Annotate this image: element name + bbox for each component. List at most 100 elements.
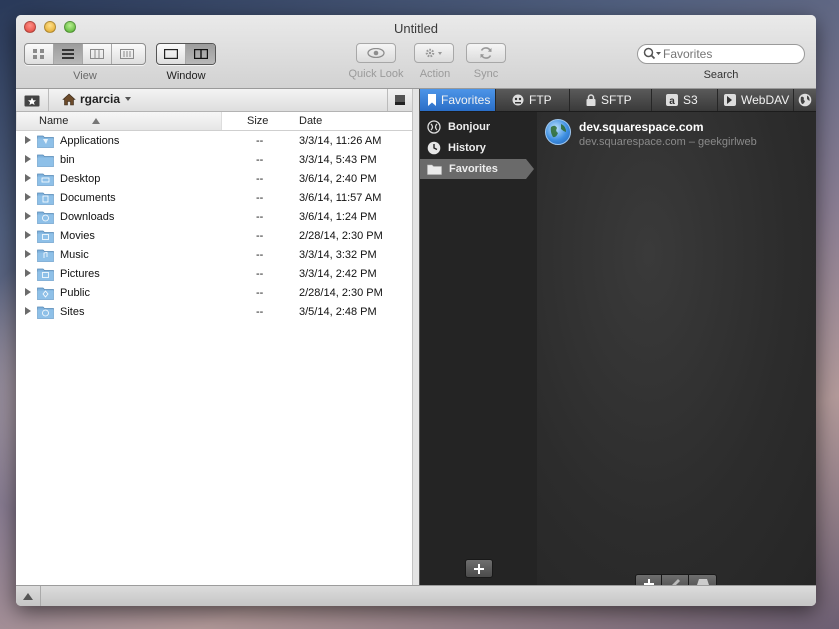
table-row[interactable]: Pictures -- 3/3/14, 2:42 PM: [16, 265, 412, 284]
disclosure-triangle-icon[interactable]: [25, 155, 31, 163]
favorite-item[interactable]: dev.squarespace.com dev.squarespace.com …: [545, 119, 805, 153]
path-bar: rgarcia: [16, 89, 412, 112]
favorites-toggle-button[interactable]: [16, 89, 49, 111]
quick-look-label: Quick Look: [348, 68, 404, 80]
movies-folder-icon: [37, 230, 54, 243]
disclosure-triangle-icon[interactable]: [25, 193, 31, 201]
file-name: Applications: [60, 135, 120, 147]
app-window: Untitled View Window Quick Look Action S…: [16, 15, 816, 606]
amazon-s3-icon: a: [666, 94, 678, 106]
date-column-header[interactable]: Date: [299, 115, 322, 127]
sidebar-item-favorites[interactable]: Favorites: [420, 159, 534, 179]
disclosure-triangle-icon[interactable]: [25, 269, 31, 277]
file-list: Applications -- 3/3/14, 11:26 AM bin -- 3/3/1…: [16, 132, 412, 322]
disclosure-triangle-icon[interactable]: [25, 174, 31, 182]
table-row[interactable]: Public -- 2/28/14, 2:30 PM: [16, 284, 412, 303]
file-date: 3/3/14, 2:42 PM: [299, 268, 377, 280]
file-size: --: [256, 249, 264, 261]
sort-ascending-icon: [92, 118, 100, 124]
desktop-folder-icon: [37, 173, 54, 186]
tab-sftp[interactable]: SFTP: [570, 89, 652, 111]
sites-folder-icon: [37, 306, 54, 319]
toggle-log-button[interactable]: [16, 586, 41, 606]
connection-sidebar: Bonjour History Favorites: [420, 112, 537, 585]
window-segmented-control[interactable]: [156, 43, 216, 65]
path-label: rgarcia: [80, 92, 121, 106]
table-row[interactable]: Desktop -- 3/6/14, 2:40 PM: [16, 170, 412, 189]
action-menu-button[interactable]: [414, 43, 454, 63]
file-name: Documents: [60, 192, 116, 204]
action-group: Action: [414, 43, 456, 80]
size-column-header[interactable]: Size: [247, 115, 268, 127]
view-label: View: [73, 70, 97, 82]
sidebar-item-history[interactable]: History: [420, 138, 537, 158]
file-size: --: [256, 287, 264, 299]
list-view-button[interactable]: [54, 44, 83, 64]
table-row[interactable]: Movies -- 2/28/14, 2:30 PM: [16, 227, 412, 246]
disclosure-triangle-icon[interactable]: [25, 212, 31, 220]
drawer-toggle-button[interactable]: [387, 89, 412, 111]
gear-icon: [425, 48, 442, 58]
sync-button[interactable]: [466, 43, 506, 63]
file-browser-pane: rgarcia Name Size Date Applications -- 3/3…: [16, 89, 412, 585]
file-name: Public: [60, 287, 90, 299]
tab-webdav[interactable]: WebDAV: [718, 89, 794, 111]
search-input[interactable]: [663, 47, 793, 61]
split-view-divider[interactable]: [412, 89, 420, 585]
quick-look-button[interactable]: [356, 43, 396, 63]
view-segmented-control[interactable]: [24, 43, 146, 65]
disclosure-triangle-icon[interactable]: [25, 136, 31, 144]
globe-icon: [798, 93, 812, 107]
search-field[interactable]: [637, 44, 805, 64]
table-row[interactable]: Applications -- 3/3/14, 11:26 AM: [16, 132, 412, 151]
file-date: 3/3/14, 3:32 PM: [299, 249, 377, 261]
column-header: Name Size Date: [16, 112, 412, 131]
file-size: --: [256, 154, 264, 166]
disclosure-triangle-icon[interactable]: [25, 288, 31, 296]
name-column-header[interactable]: Name: [16, 112, 222, 130]
sidebar-item-bonjour[interactable]: Bonjour: [420, 117, 537, 137]
table-row[interactable]: bin -- 3/3/14, 5:43 PM: [16, 151, 412, 170]
file-name: Movies: [60, 230, 95, 242]
tab-webdav-label: WebDAV: [741, 93, 790, 107]
applications-folder-icon: [37, 135, 54, 148]
bookmark-icon: [428, 94, 436, 106]
sidebar-item-label: History: [448, 142, 486, 154]
table-row[interactable]: Sites -- 3/5/14, 2:48 PM: [16, 303, 412, 322]
path-popup[interactable]: rgarcia: [62, 92, 132, 106]
window-label: Window: [166, 70, 206, 82]
status-bar: [16, 585, 816, 606]
add-bookmark-folder-button[interactable]: [465, 559, 493, 578]
tab-ftp-label: FTP: [529, 93, 552, 107]
tab-more-globe[interactable]: [794, 89, 816, 111]
file-name: bin: [60, 154, 75, 166]
disclosure-triangle-icon[interactable]: [25, 250, 31, 258]
icon-view-button[interactable]: [25, 44, 54, 64]
grid-icon: [33, 49, 44, 59]
single-pane-button[interactable]: [157, 44, 186, 64]
column-view-button[interactable]: [83, 44, 112, 64]
file-name: Downloads: [60, 211, 115, 223]
star-folder-icon: [24, 95, 40, 106]
table-row[interactable]: Documents -- 3/6/14, 11:57 AM: [16, 189, 412, 208]
bonjour-icon: [427, 120, 441, 134]
single-pane-icon: [164, 49, 178, 59]
eye-icon: [367, 48, 385, 58]
tab-favorites[interactable]: Favorites: [420, 89, 496, 111]
tab-ftp[interactable]: FTP: [496, 89, 570, 111]
disclosure-triangle-icon[interactable]: [25, 231, 31, 239]
search-icon: [643, 47, 661, 60]
table-row[interactable]: Music -- 3/3/14, 3:32 PM: [16, 246, 412, 265]
file-size: --: [256, 230, 264, 242]
dual-pane-button[interactable]: [186, 44, 215, 64]
file-date: 3/3/14, 11:26 AM: [299, 135, 382, 147]
sync-group: Sync: [466, 43, 506, 80]
favorite-subtitle: dev.squarespace.com – geekgirlweb: [579, 136, 757, 148]
search-label: Search: [703, 69, 739, 81]
disclosure-triangle-icon[interactable]: [25, 307, 31, 315]
file-date: 3/6/14, 1:24 PM: [299, 211, 377, 223]
home-icon: [62, 93, 76, 105]
tab-s3[interactable]: a S3: [652, 89, 718, 111]
coverflow-view-button[interactable]: [112, 44, 141, 64]
table-row[interactable]: Downloads -- 3/6/14, 1:24 PM: [16, 208, 412, 227]
